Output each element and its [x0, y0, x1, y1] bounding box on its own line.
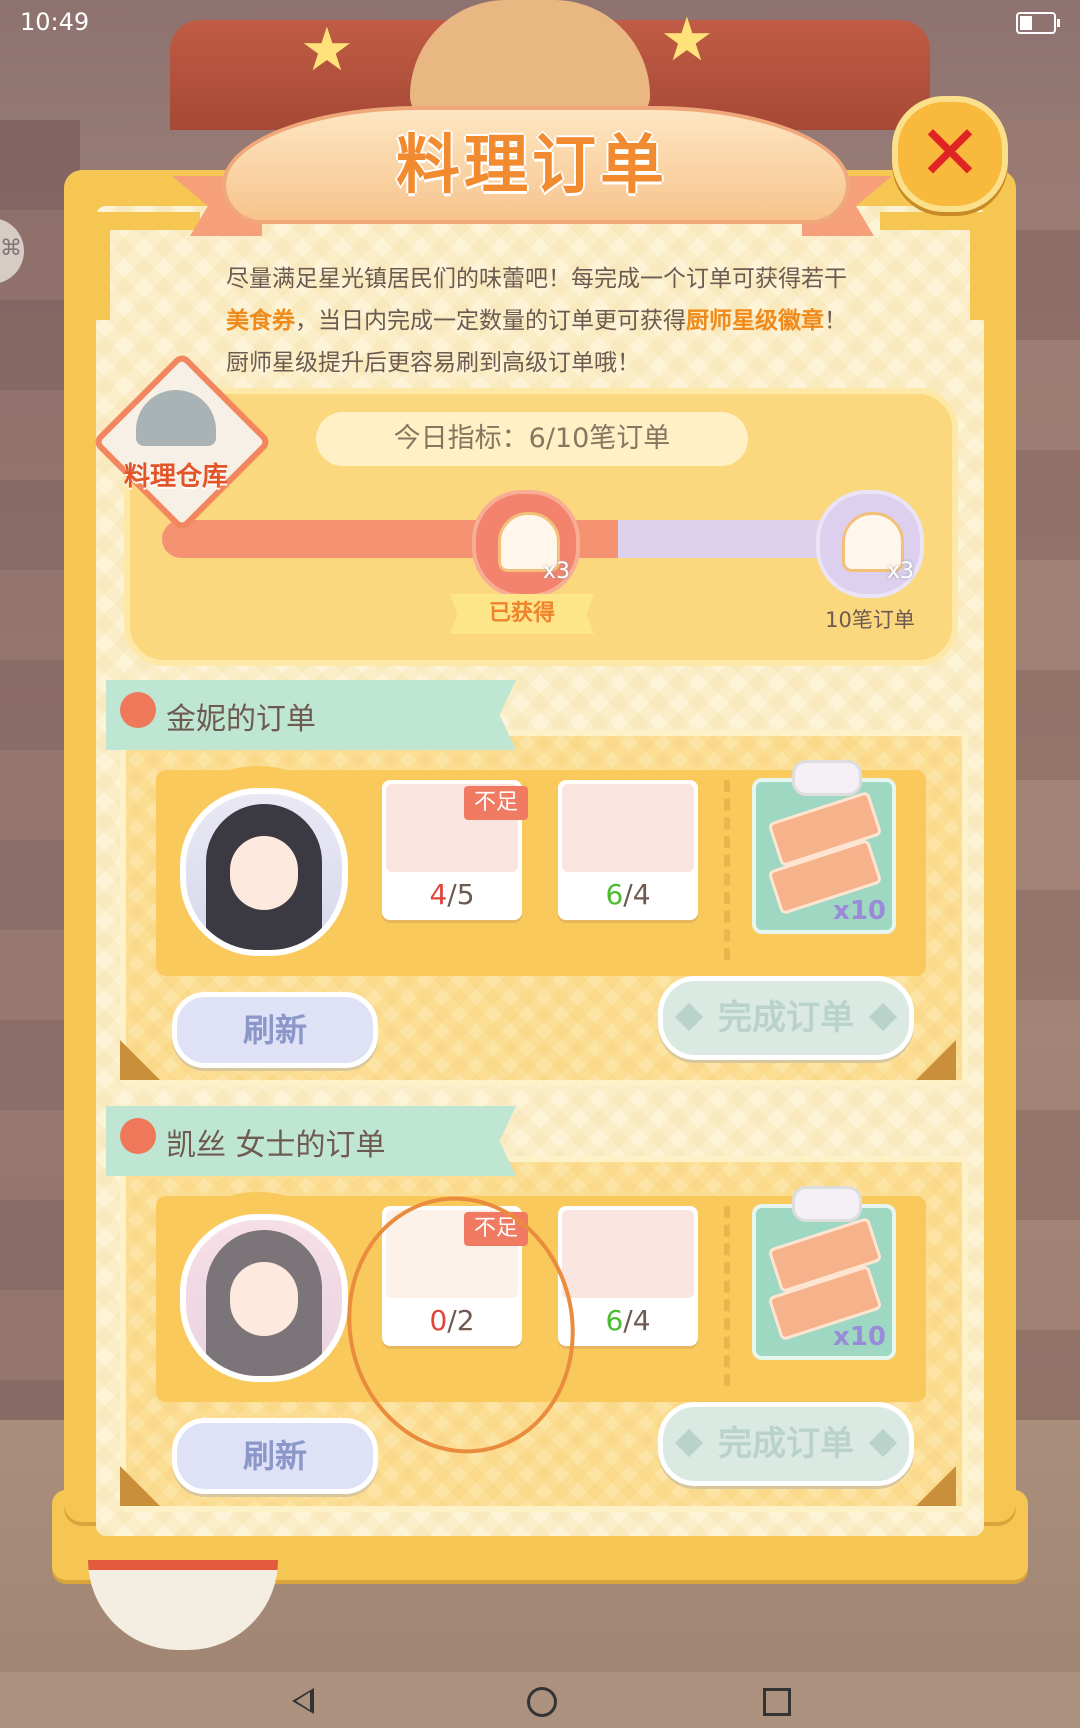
item-have: 6	[605, 878, 624, 911]
corner-ornament	[120, 1466, 160, 1506]
roast-dish-icon	[562, 784, 694, 872]
diamond-icon	[868, 1428, 898, 1458]
food-coupon-highlight: 美食券	[226, 308, 295, 334]
roast-dish-icon	[562, 1210, 694, 1298]
status-bar: 10:49	[0, 0, 1080, 46]
reward-qty: x10	[833, 896, 886, 926]
customer-name: 凯丝 女士的订单	[166, 1128, 386, 1163]
corner-ornament	[916, 1040, 956, 1080]
item-have: 6	[605, 1304, 624, 1337]
reward-gift[interactable]: x10	[752, 760, 896, 934]
link-icon: ⌘	[0, 236, 22, 261]
avatar[interactable]	[180, 1214, 348, 1382]
corner-ornament	[120, 1040, 160, 1080]
order-item[interactable]: 6/4	[558, 780, 698, 920]
shortage-badge: 不足	[464, 786, 528, 820]
item-have: 4	[429, 878, 448, 911]
avatar[interactable]	[180, 788, 348, 956]
order-item[interactable]: 4/5 不足	[382, 780, 528, 920]
order-item[interactable]: 6/4	[558, 1206, 698, 1346]
refresh-button[interactable]: 刷新	[172, 992, 378, 1068]
home-icon[interactable]	[527, 1687, 557, 1717]
bow-icon	[792, 760, 862, 796]
warehouse-button[interactable]: 料理仓库	[91, 351, 273, 533]
chef-badge-highlight: 厨师星级徽章	[686, 308, 824, 334]
obtained-badge: 已获得	[450, 594, 594, 634]
diamond-icon	[868, 1002, 898, 1032]
diamond-icon	[674, 1428, 704, 1458]
battery-icon	[1016, 12, 1060, 34]
warehouse-label: 料理仓库	[123, 462, 228, 492]
complete-order-label: 完成订单	[718, 998, 854, 1038]
order-tag: 凯丝 女士的订单	[106, 1106, 516, 1176]
corner-ornament	[880, 212, 988, 320]
item-need: 4	[632, 878, 651, 911]
diamond-icon	[674, 1002, 704, 1032]
page-title: 料理订单	[396, 129, 668, 203]
milestone-qty: x3	[542, 559, 570, 584]
divider	[724, 1206, 730, 1386]
complete-order-button[interactable]: 完成订单	[658, 1402, 914, 1486]
corner-ornament	[92, 212, 200, 320]
avatar-face	[230, 1262, 298, 1336]
corner-ornament	[916, 1466, 956, 1506]
recent-apps-icon[interactable]	[763, 1688, 791, 1716]
reward-gift[interactable]: x10	[752, 1186, 896, 1360]
milestone-qty: x3	[886, 559, 914, 584]
divider	[724, 780, 730, 960]
status-time: 10:49	[20, 8, 90, 36]
refresh-button[interactable]: 刷新	[172, 1418, 378, 1494]
intro-text: 尽量满足星光镇居民们的味蕾吧！每完成一个订单可获得若干美食券，当日内完成一定数量…	[226, 258, 866, 384]
title-ribbon: 料理订单	[172, 86, 892, 236]
back-icon[interactable]	[292, 1688, 314, 1714]
customer-name: 金妮的订单	[166, 702, 316, 737]
close-button[interactable]: ✕	[892, 96, 1008, 212]
milestone-label: 10笔订单	[825, 608, 915, 632]
item-need: 4	[632, 1304, 651, 1337]
item-count: 4/5	[429, 878, 475, 911]
close-icon: ✕	[918, 108, 982, 197]
pin-icon	[120, 692, 156, 728]
order-tag: 金妮的订单	[106, 680, 516, 750]
order-card: 金妮的订单 4/5 不足 6/4 x10 刷新 完成订单	[106, 680, 968, 1086]
bow-icon	[792, 1186, 862, 1222]
daily-goal: 今日指标：6/10笔订单	[316, 412, 748, 466]
milestone-reward-2[interactable]: x3	[816, 490, 924, 598]
pin-icon	[120, 1118, 156, 1154]
milestone-reward-1[interactable]: x3	[472, 490, 580, 598]
avatar-face	[230, 836, 298, 910]
reward-qty: x10	[833, 1322, 886, 1352]
intro-part-2: ，当日内完成一定数量的订单更可获得	[295, 308, 686, 334]
intro-part-1: 尽量满足星光镇居民们的味蕾吧！每完成一个订单可获得若干	[226, 266, 847, 292]
complete-order-label: 完成订单	[718, 1424, 854, 1464]
item-count: 6/4	[605, 1304, 651, 1337]
complete-order-button[interactable]: 完成订单	[658, 976, 914, 1060]
item-need: 5	[456, 878, 475, 911]
item-count: 6/4	[605, 878, 651, 911]
